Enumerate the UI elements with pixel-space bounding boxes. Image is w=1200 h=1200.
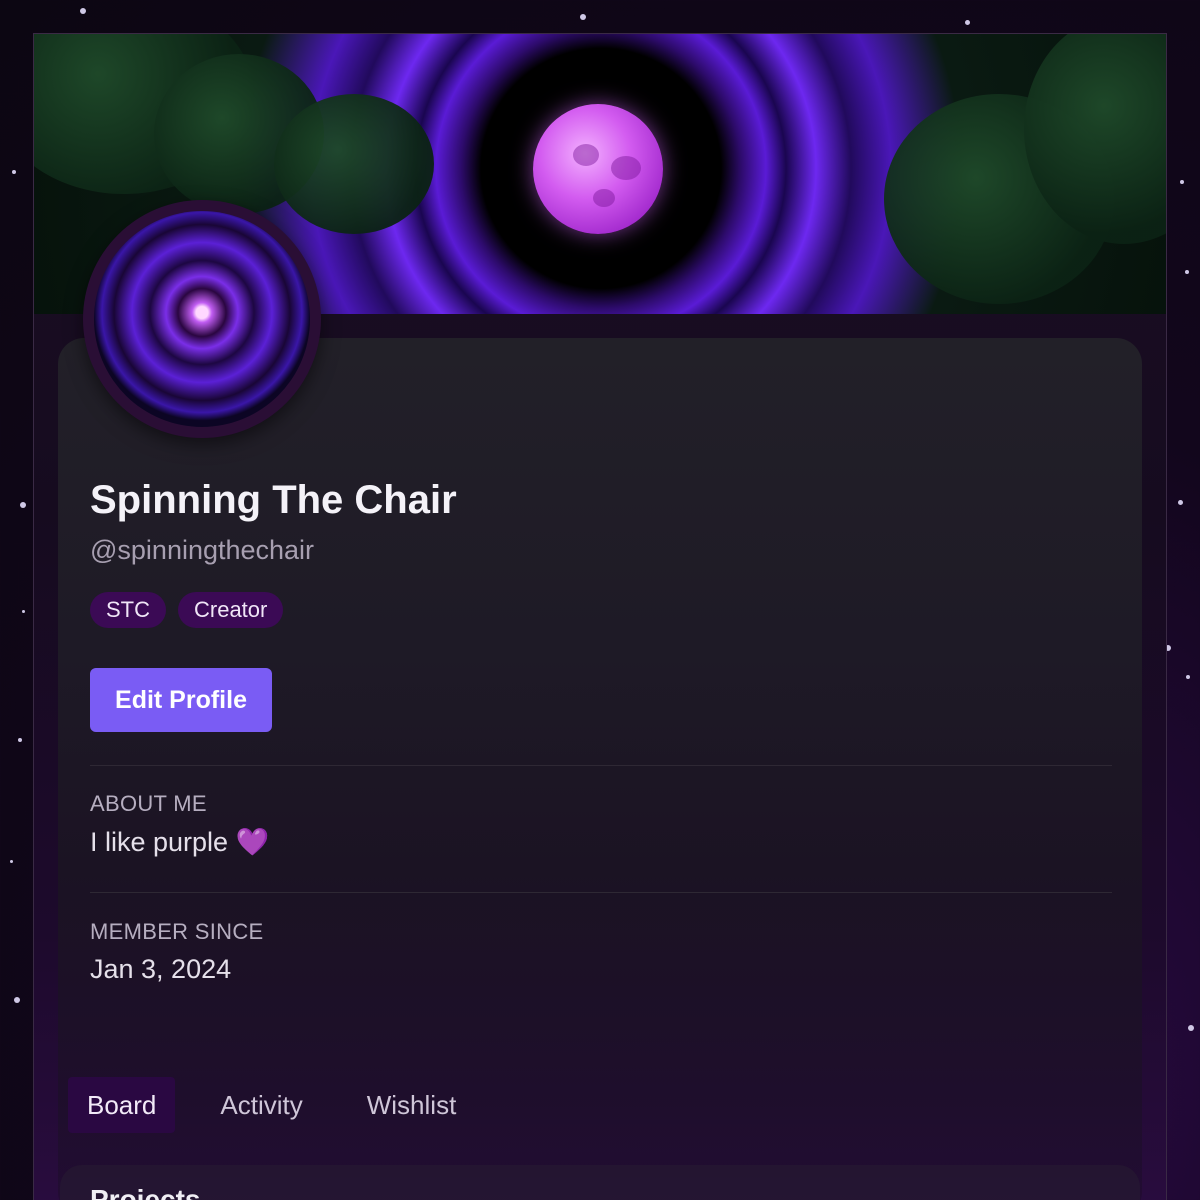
profile-display-name: Spinning The Chair	[90, 478, 457, 522]
tag-badge: STC	[90, 592, 166, 628]
tag-badge: Creator	[178, 592, 284, 628]
projects-heading: Projects	[90, 1184, 201, 1200]
member-since-label: MEMBER SINCE	[90, 919, 264, 944]
tab-activity[interactable]: Activity	[201, 1077, 321, 1133]
board-panel	[60, 1165, 1140, 1200]
divider	[90, 765, 1112, 766]
avatar-image	[94, 211, 310, 427]
about-me-text: I like purple 💜	[90, 827, 270, 857]
about-me-label: ABOUT ME	[90, 791, 207, 816]
member-since-date: Jan 3, 2024	[90, 954, 232, 984]
moon-image	[533, 104, 663, 234]
tab-board[interactable]: Board	[68, 1077, 176, 1133]
avatar[interactable]	[83, 200, 321, 438]
profile-card	[58, 338, 1142, 1200]
profile-tags: STC Creator	[90, 592, 284, 628]
edit-profile-button[interactable]: Edit Profile	[90, 668, 272, 732]
divider	[90, 892, 1112, 893]
profile-tabs: Board Activity Wishlist	[68, 1077, 501, 1133]
profile-handle: @spinningthechair	[90, 535, 315, 565]
tab-wishlist[interactable]: Wishlist	[348, 1077, 476, 1133]
